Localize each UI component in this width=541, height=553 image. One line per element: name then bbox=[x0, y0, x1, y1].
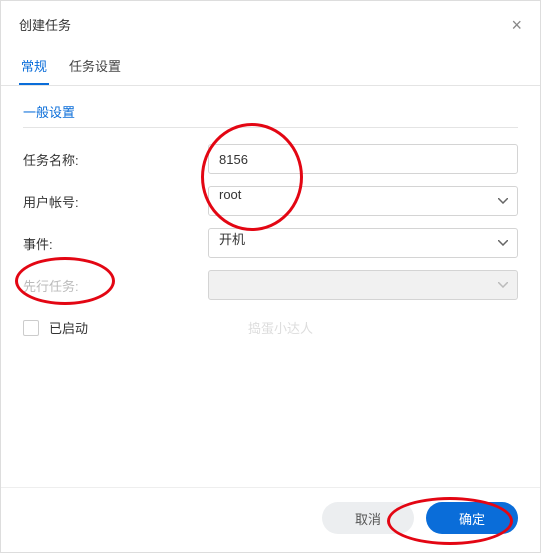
tab-general[interactable]: 常规 bbox=[19, 48, 49, 85]
pre-task-select bbox=[208, 270, 518, 300]
row-event: 事件: 开机 bbox=[23, 228, 518, 258]
row-user: 用户帐号: root bbox=[23, 186, 518, 216]
label-user: 用户帐号: bbox=[23, 192, 208, 211]
label-task-name: 任务名称: bbox=[23, 150, 208, 169]
modal-body: 一般设置 任务名称: 用户帐号: root 事件: 开机 先行任务: bbox=[1, 86, 540, 487]
tab-task-settings[interactable]: 任务设置 bbox=[67, 48, 123, 85]
modal-title: 创建任务 bbox=[19, 15, 71, 34]
modal-footer: 取消 确定 bbox=[1, 487, 540, 552]
task-name-input[interactable] bbox=[208, 144, 518, 174]
event-select[interactable]: 开机 bbox=[208, 228, 518, 258]
cancel-button[interactable]: 取消 bbox=[322, 502, 414, 534]
row-pre-task: 先行任务: bbox=[23, 270, 518, 300]
label-event: 事件: bbox=[23, 234, 208, 253]
user-select-value: root bbox=[219, 187, 241, 202]
label-enabled: 已启动 bbox=[49, 318, 88, 337]
enabled-checkbox[interactable] bbox=[23, 320, 39, 336]
label-pre-task: 先行任务: bbox=[23, 276, 208, 295]
watermark-text: 捣蛋小达人 bbox=[248, 318, 313, 337]
modal-header: 创建任务 × bbox=[1, 1, 540, 44]
close-icon[interactable]: × bbox=[511, 16, 522, 34]
ok-button[interactable]: 确定 bbox=[426, 502, 518, 534]
section-general-title: 一般设置 bbox=[23, 102, 518, 128]
row-task-name: 任务名称: bbox=[23, 144, 518, 174]
tab-bar: 常规 任务设置 bbox=[1, 48, 540, 86]
row-enabled: 已启动 捣蛋小达人 bbox=[23, 318, 518, 337]
create-task-modal: 创建任务 × 常规 任务设置 一般设置 任务名称: 用户帐号: root 事件:… bbox=[0, 0, 541, 553]
event-select-value: 开机 bbox=[219, 232, 245, 247]
user-select[interactable]: root bbox=[208, 186, 518, 216]
